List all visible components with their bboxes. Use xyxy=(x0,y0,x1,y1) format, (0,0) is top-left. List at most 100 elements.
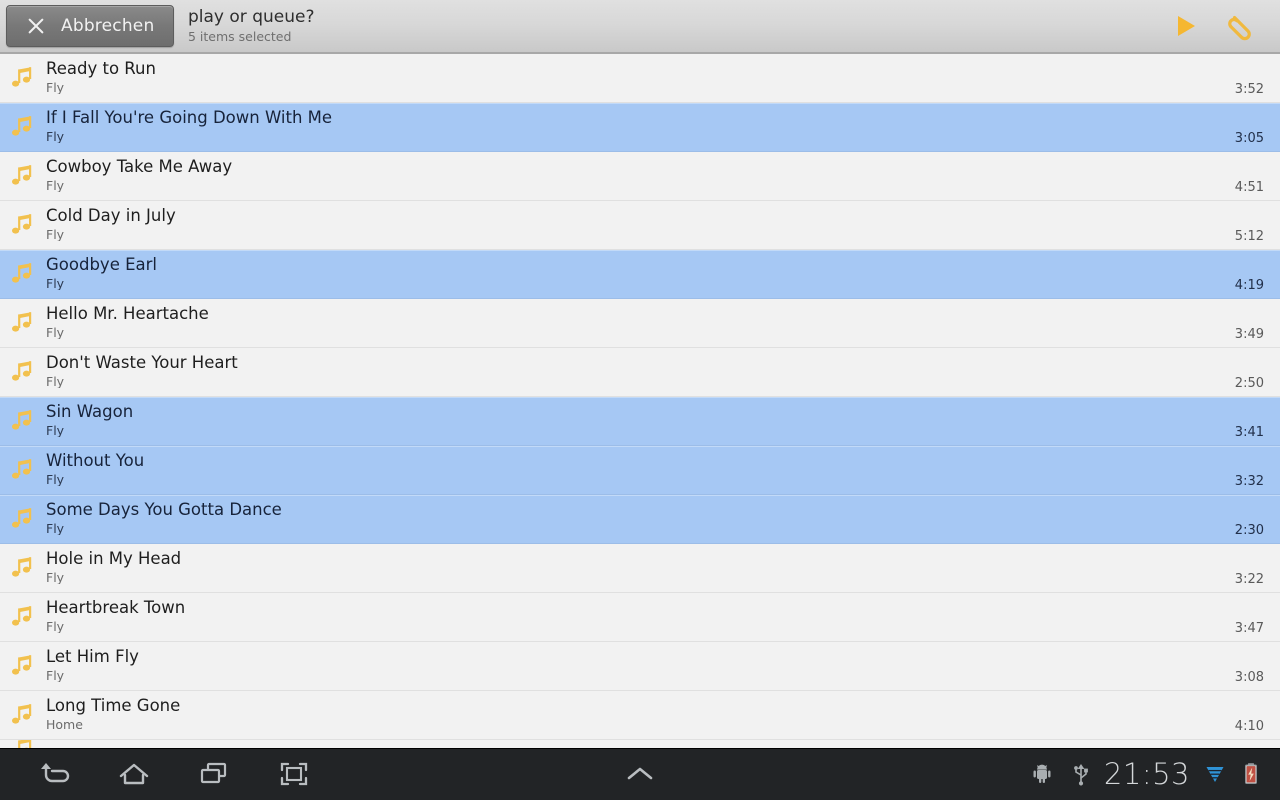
song-title: Some Days You Gotta Dance xyxy=(46,501,282,519)
song-duration: 4:51 xyxy=(1234,180,1264,195)
fullscreen-icon xyxy=(280,762,308,786)
song-row-icon xyxy=(0,702,46,728)
song-title: Long Time Gone xyxy=(46,697,181,715)
close-icon xyxy=(25,15,47,37)
song-title: Goodbye Earl xyxy=(46,256,157,274)
android-status-button[interactable] xyxy=(1022,748,1062,800)
song-row-icon xyxy=(0,506,46,532)
paperclip-icon xyxy=(1228,15,1251,41)
song-list[interactable]: Ready to Run Fly 3:52 If I Fall You're Goin… xyxy=(0,54,1280,748)
usb-status-button[interactable] xyxy=(1062,748,1100,800)
music-note-icon xyxy=(12,116,32,136)
song-row[interactable]: Cowboy Take Me Away Fly 4:51 xyxy=(0,152,1280,201)
play-button[interactable] xyxy=(1156,0,1214,53)
music-note-icon xyxy=(12,67,32,87)
song-row[interactable]: Some Days You Gotta Dance Fly 2:30 xyxy=(0,495,1280,544)
battery-status-button[interactable] xyxy=(1234,748,1268,800)
song-row-icon xyxy=(0,555,46,581)
status-clock[interactable]: 21:53 xyxy=(1100,757,1196,791)
music-note-icon xyxy=(12,557,32,577)
selection-count-label: 5 items selected xyxy=(188,28,292,44)
music-note-icon xyxy=(12,704,32,724)
song-row[interactable]: Without You Fly 3:32 xyxy=(0,446,1280,495)
song-row-text: Ready to Run Fly xyxy=(46,60,1235,94)
song-row[interactable]: Long Time Gone Home 4:10 xyxy=(0,691,1280,740)
song-album: Fly xyxy=(46,619,65,633)
song-row[interactable]: Sin Wagon Fly 3:41 xyxy=(0,397,1280,446)
cancel-button-label: Abbrechen xyxy=(61,16,155,36)
song-row-text: Sin Wagon Fly xyxy=(46,403,1235,437)
song-row[interactable]: Cold Day in July Fly 5:12 xyxy=(0,201,1280,250)
song-album: Home xyxy=(46,717,83,731)
song-album: Fly xyxy=(46,472,65,486)
song-duration: 2:50 xyxy=(1234,376,1264,391)
music-note-icon xyxy=(12,312,32,332)
song-row[interactable]: Hello Mr. Heartache Fly 3:49 xyxy=(0,299,1280,348)
usb-icon xyxy=(1074,764,1088,786)
song-row[interactable]: Goodbye Earl Fly 4:19 xyxy=(0,250,1280,299)
wifi-status-button[interactable] xyxy=(1196,748,1234,800)
song-title: Hello Mr. Heartache xyxy=(46,305,209,323)
song-duration: 3:05 xyxy=(1234,131,1264,146)
menu-button[interactable] xyxy=(600,748,680,800)
song-row-text: Hello Mr. Heartache Fly xyxy=(46,305,1235,339)
cancel-button[interactable]: Abbrechen xyxy=(6,5,174,47)
music-note-icon xyxy=(12,263,32,283)
song-row[interactable]: Ready to Run Fly 3:52 xyxy=(0,54,1280,103)
song-row-text: Some Days You Gotta Dance Fly xyxy=(46,501,1235,535)
action-bar-titles: play or queue? 5 items selected xyxy=(188,7,315,44)
song-row-text: Heartbreak Town Fly xyxy=(46,599,1235,633)
action-bar: Abbrechen play or queue? 5 items selecte… xyxy=(0,0,1280,54)
song-album: Fly xyxy=(46,276,65,290)
song-row[interactable]: Heartbreak Town Fly 3:47 xyxy=(0,593,1280,642)
wifi-signal-icon xyxy=(1206,767,1224,782)
song-row-text: Cold Day in July Fly xyxy=(46,207,1235,241)
song-title: Ready to Run xyxy=(46,60,156,78)
song-duration: 3:32 xyxy=(1234,474,1264,489)
page-title: play or queue? xyxy=(188,7,315,28)
song-row-icon xyxy=(0,457,46,483)
song-row-text: Let Him Fly Fly xyxy=(46,648,1235,682)
song-row-icon xyxy=(0,114,46,140)
status-icons: 21:53 xyxy=(1022,748,1280,800)
song-album: Fly xyxy=(46,521,65,535)
home-button[interactable] xyxy=(94,748,174,800)
song-row-icon xyxy=(0,408,46,434)
song-duration: 2:30 xyxy=(1234,523,1264,538)
song-title: Let Him Fly xyxy=(46,648,139,666)
music-picker-screen: Abbrechen play or queue? 5 items selecte… xyxy=(0,0,1280,800)
song-duration: 3:41 xyxy=(1234,425,1264,440)
song-row-icon xyxy=(0,604,46,630)
song-row-partial[interactable] xyxy=(0,740,1280,748)
music-note-icon xyxy=(12,410,32,430)
song-row[interactable]: If I Fall You're Going Down With Me Fly 3:… xyxy=(0,103,1280,152)
song-row[interactable]: Hole in My Head Fly 3:22 xyxy=(0,544,1280,593)
back-button[interactable] xyxy=(14,748,94,800)
recent-apps-icon xyxy=(200,762,227,784)
song-album: Fly xyxy=(46,178,65,192)
music-note-icon xyxy=(12,655,32,675)
recent-apps-button[interactable] xyxy=(174,748,254,800)
song-album: Fly xyxy=(46,423,65,437)
queue-attach-button[interactable] xyxy=(1214,0,1272,53)
song-duration: 4:10 xyxy=(1234,719,1264,734)
song-title: Cold Day in July xyxy=(46,207,176,225)
song-row[interactable]: Don't Waste Your Heart Fly 2:50 xyxy=(0,348,1280,397)
music-note-icon xyxy=(12,361,32,381)
song-album: Fly xyxy=(46,374,65,388)
song-duration: 3:47 xyxy=(1234,621,1264,636)
song-row[interactable]: Let Him Fly Fly 3:08 xyxy=(0,642,1280,691)
music-note-icon xyxy=(12,606,32,626)
home-icon xyxy=(119,763,149,785)
screenshot-button[interactable] xyxy=(254,748,334,800)
song-title: Cowboy Take Me Away xyxy=(46,158,233,176)
song-row-icon xyxy=(0,740,46,748)
song-row-icon xyxy=(0,359,46,385)
battery-charging-icon xyxy=(1245,763,1257,784)
song-row-text: If I Fall You're Going Down With Me Fly xyxy=(46,109,1235,143)
song-row-text: Cowboy Take Me Away Fly xyxy=(46,158,1235,192)
song-row-text: Hole in My Head Fly xyxy=(46,550,1235,584)
song-album: Fly xyxy=(46,325,65,339)
song-row-icon xyxy=(0,65,46,91)
music-note-icon xyxy=(12,459,32,479)
